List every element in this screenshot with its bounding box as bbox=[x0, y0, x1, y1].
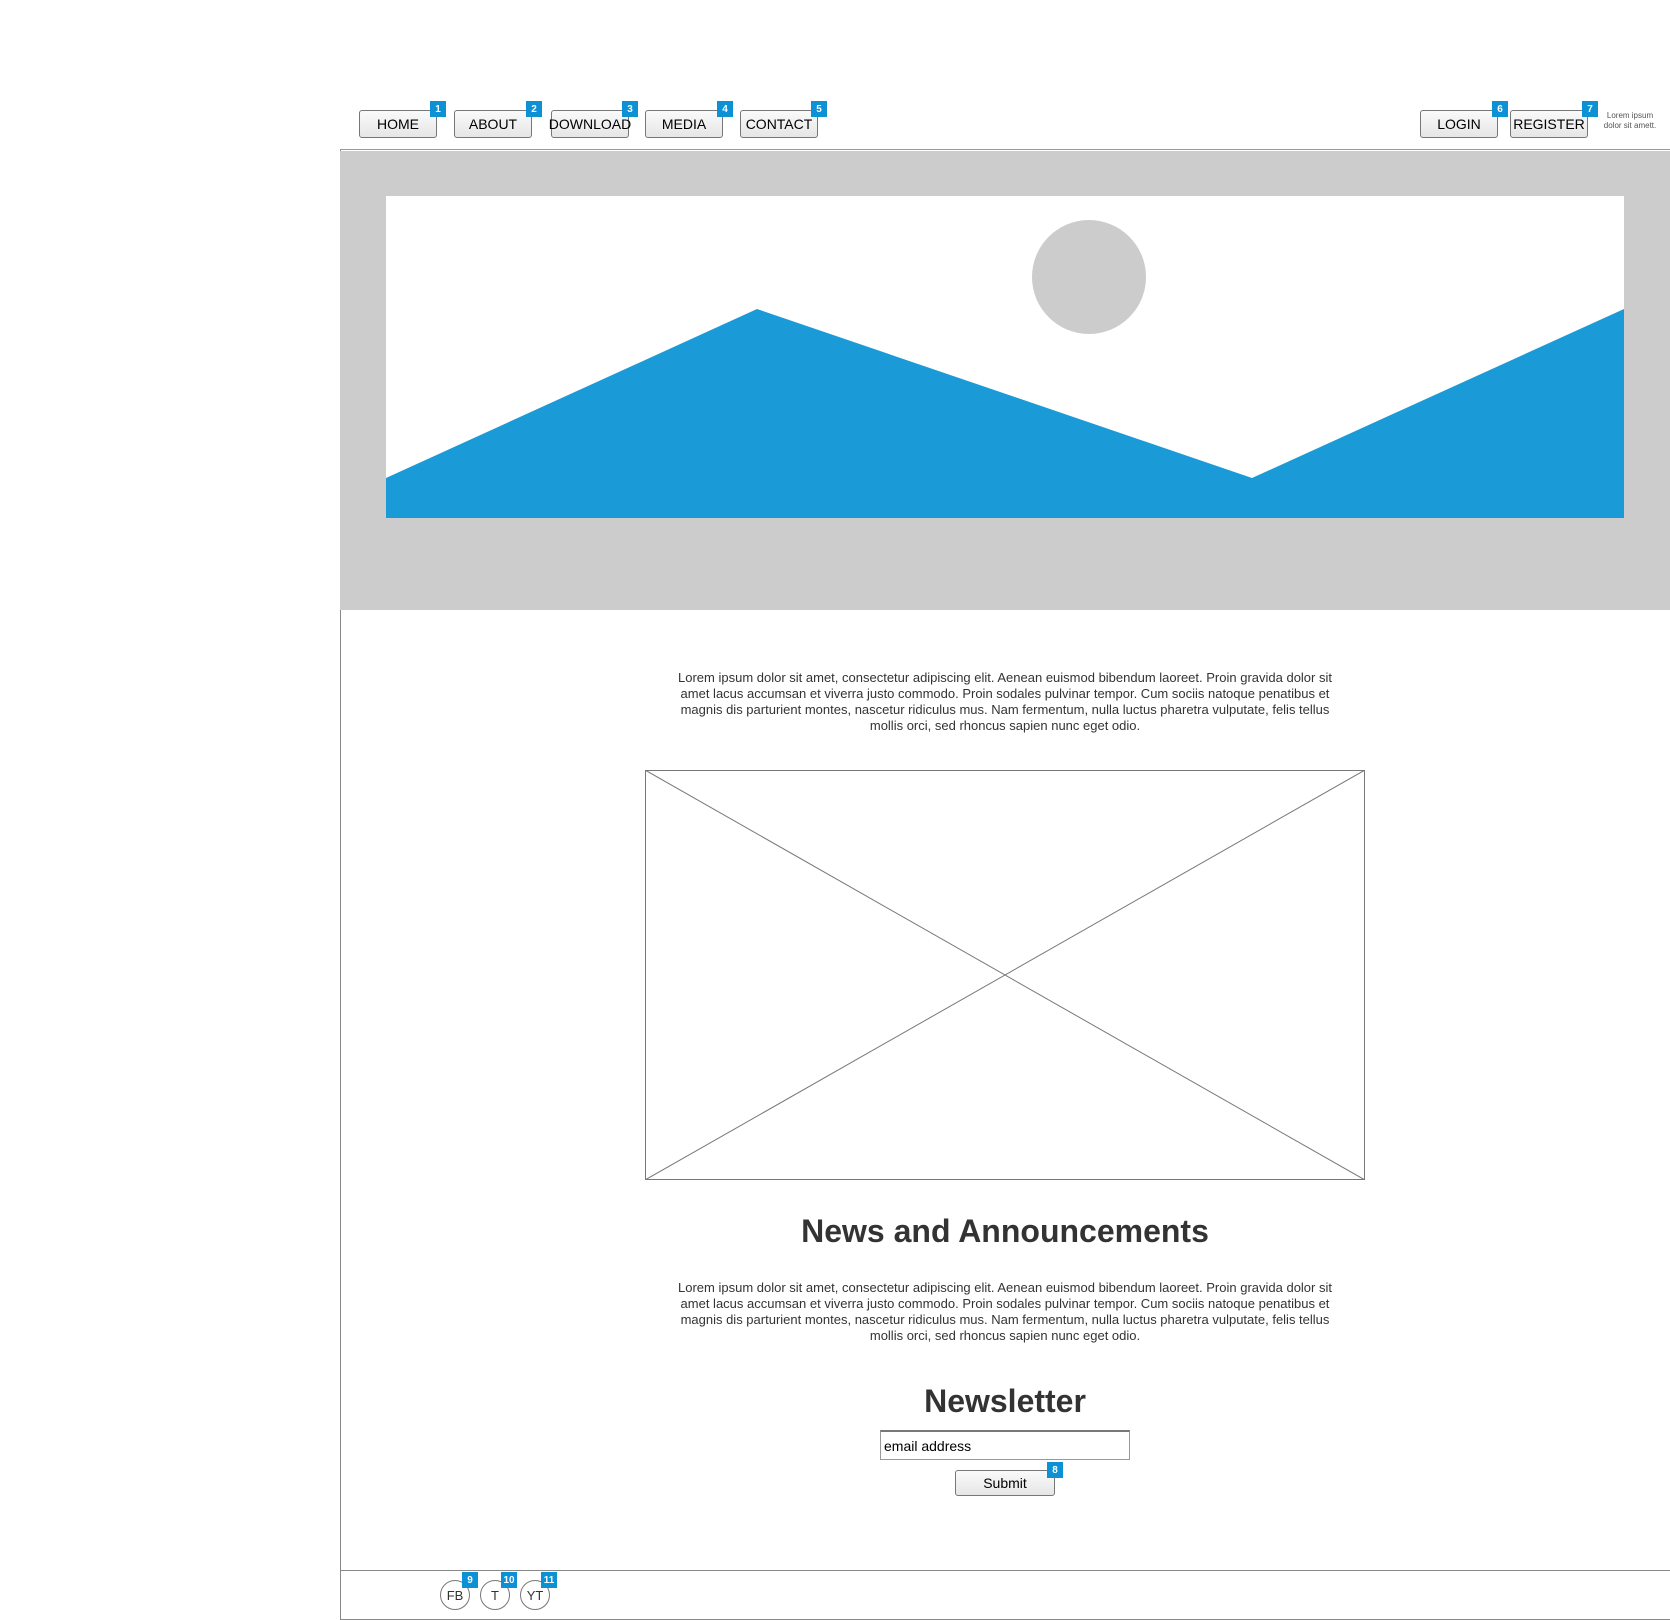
login-badge: 6 bbox=[1492, 101, 1508, 117]
nav-about-badge: 2 bbox=[526, 101, 542, 117]
nav-contact-button[interactable]: CONTACT bbox=[740, 110, 818, 138]
nav-media-badge: 4 bbox=[717, 101, 733, 117]
youtube-badge: 11 bbox=[541, 1572, 557, 1588]
nav-home-badge: 1 bbox=[430, 101, 446, 117]
news-paragraph: Lorem ipsum dolor sit amet, consectetur … bbox=[678, 1280, 1332, 1343]
nav-about-button[interactable]: ABOUT bbox=[454, 110, 532, 138]
placeholder-cross-icon bbox=[644, 769, 1366, 1181]
header-side-text: Lorem ipsum dolor sit amett. bbox=[1603, 111, 1657, 130]
nav-contact-badge: 5 bbox=[811, 101, 827, 117]
newsletter-heading: Newsletter bbox=[924, 1383, 1086, 1419]
hero-image-svg bbox=[386, 220, 1624, 518]
image-placeholder-icon bbox=[386, 196, 1624, 518]
mountain-shape bbox=[386, 309, 1624, 518]
email-input[interactable] bbox=[880, 1430, 1130, 1460]
nav-download-badge: 3 bbox=[622, 101, 638, 117]
sun-shape bbox=[1032, 220, 1146, 334]
nav-home-button[interactable]: HOME bbox=[359, 110, 437, 138]
intro-paragraph: Lorem ipsum dolor sit amet, consectetur … bbox=[678, 670, 1332, 733]
nav-media-button[interactable]: MEDIA bbox=[645, 110, 723, 138]
facebook-badge: 9 bbox=[462, 1572, 478, 1588]
nav-download-button[interactable]: DOWNLOAD bbox=[549, 110, 631, 138]
login-button[interactable]: LOGIN bbox=[1420, 110, 1498, 138]
twitter-badge: 10 bbox=[501, 1572, 517, 1588]
news-heading: News and Announcements bbox=[801, 1213, 1209, 1249]
register-button[interactable]: REGISTER bbox=[1510, 110, 1588, 138]
content-image-placeholder bbox=[644, 769, 1366, 1181]
register-badge: 7 bbox=[1582, 101, 1598, 117]
submit-badge: 8 bbox=[1047, 1462, 1063, 1478]
submit-button[interactable]: Submit bbox=[955, 1470, 1055, 1496]
